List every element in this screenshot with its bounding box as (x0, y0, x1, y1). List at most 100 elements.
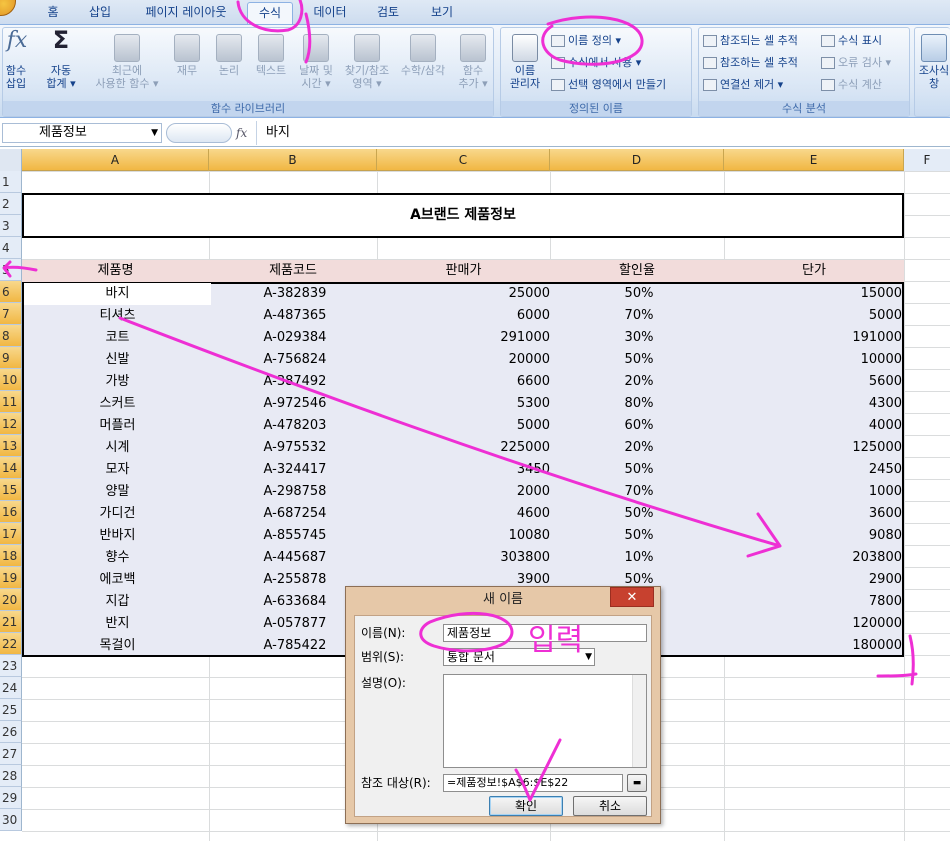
row-header[interactable]: 21 (0, 611, 22, 633)
table-cell[interactable]: 191000 (726, 327, 904, 349)
table-cell[interactable]: A-756824 (211, 349, 379, 371)
table-cell[interactable]: 머플러 (24, 415, 211, 437)
table-cell[interactable]: 15000 (726, 283, 904, 305)
row-header[interactable]: 18 (0, 545, 22, 567)
row-header[interactable]: 28 (0, 765, 22, 787)
row-header[interactable]: 13 (0, 435, 22, 457)
table-cell[interactable]: 티셔츠 (24, 305, 211, 327)
table-cell[interactable]: 50% (552, 525, 726, 547)
table-cell[interactable]: 60% (552, 415, 726, 437)
table-cell[interactable]: 5000 (726, 305, 904, 327)
name-manager-button[interactable]: 이름 관리자 (505, 34, 545, 90)
table-cell[interactable]: A-387492 (211, 371, 379, 393)
row-header[interactable]: 9 (0, 347, 22, 369)
row-header[interactable]: 6 (0, 281, 22, 303)
column-header-f[interactable]: F (904, 149, 950, 171)
row-header[interactable]: 20 (0, 589, 22, 611)
header-cell[interactable]: 할인율 (550, 260, 724, 282)
column-header-a[interactable]: A (22, 149, 209, 171)
row-header[interactable]: 8 (0, 325, 22, 347)
tab-data[interactable]: 데이터 (308, 2, 352, 24)
table-cell[interactable]: 20000 (379, 349, 552, 371)
close-button[interactable]: ✕ (610, 587, 654, 607)
table-cell[interactable]: 지갑 (24, 591, 211, 613)
table-cell[interactable]: 반바지 (24, 525, 211, 547)
row-header[interactable]: 7 (0, 303, 22, 325)
table-cell[interactable]: A-478203 (211, 415, 379, 437)
row-header[interactable]: 10 (0, 369, 22, 391)
table-cell[interactable]: 시계 (24, 437, 211, 459)
recent-functions-button[interactable]: 최근에 사용한 함수 ▾ (87, 34, 167, 90)
table-cell[interactable]: 2900 (726, 569, 904, 591)
row-header[interactable]: 4 (0, 237, 22, 259)
trace-dependents-button[interactable]: 참조하는 셀 추적 (703, 54, 798, 72)
refers-to-input[interactable]: =제품정보!$A$6:$E$22 (443, 774, 623, 792)
tab-formulas[interactable]: 수식 (247, 2, 293, 24)
select-all-corner[interactable] (0, 149, 22, 171)
table-cell[interactable]: A-855745 (211, 525, 379, 547)
insert-function-button[interactable]: fx 함수 삽입 (3, 30, 31, 91)
table-cell[interactable]: A-298758 (211, 481, 379, 503)
collapse-dialog-icon[interactable]: ▬ (627, 774, 647, 792)
column-header-c[interactable]: C (377, 149, 550, 171)
row-header[interactable]: 11 (0, 391, 22, 413)
create-from-selection-button[interactable]: 선택 영역에서 만들기 (551, 76, 666, 94)
name-box[interactable]: 제품정보 ▼ (2, 123, 162, 143)
table-cell[interactable]: 225000 (379, 437, 552, 459)
table-cell[interactable]: A-029384 (211, 327, 379, 349)
trace-precedents-button[interactable]: 참조되는 셀 추적 (703, 32, 798, 50)
ok-button[interactable]: 확인 (489, 796, 563, 816)
insert-function-fx-icon[interactable]: fx (236, 123, 254, 143)
row-header[interactable]: 22 (0, 633, 22, 655)
evaluate-formula-button[interactable]: 수식 계산 (821, 76, 882, 94)
table-cell[interactable]: A-975532 (211, 437, 379, 459)
row-header[interactable]: 27 (0, 743, 22, 765)
tab-review[interactable]: 검토 (368, 2, 408, 24)
table-cell[interactable]: 50% (552, 283, 726, 305)
table-cell[interactable]: 50% (552, 349, 726, 371)
table-cell[interactable]: 10000 (726, 349, 904, 371)
row-header[interactable]: 19 (0, 567, 22, 589)
header-cell[interactable]: 단가 (724, 260, 904, 282)
table-cell[interactable]: 스커트 (24, 393, 211, 415)
row-header[interactable]: 17 (0, 523, 22, 545)
financial-button[interactable]: 재무 (169, 34, 205, 77)
row-header[interactable]: 16 (0, 501, 22, 523)
table-cell[interactable]: 5300 (379, 393, 552, 415)
row-header[interactable]: 30 (0, 809, 22, 831)
row-header[interactable]: 26 (0, 721, 22, 743)
remove-arrows-button[interactable]: 연결선 제거 ▾ (703, 76, 783, 94)
table-cell[interactable]: 4300 (726, 393, 904, 415)
table-cell[interactable]: 4600 (379, 503, 552, 525)
table-cell[interactable]: 303800 (379, 547, 552, 569)
table-cell[interactable]: 목걸이 (24, 635, 211, 657)
define-name-button[interactable]: 이름 정의 ▾ (551, 32, 621, 50)
text-button[interactable]: 텍스트 (249, 34, 293, 77)
table-cell[interactable]: 3450 (379, 459, 552, 481)
table-cell[interactable]: 20% (552, 371, 726, 393)
more-functions-button[interactable]: 함수 추가 ▾ (453, 34, 493, 90)
row-header[interactable]: 23 (0, 655, 22, 677)
use-in-formula-button[interactable]: 수식에서 사용 ▾ (551, 54, 641, 72)
table-cell[interactable]: 바지 (24, 283, 211, 305)
table-cell[interactable]: 양말 (24, 481, 211, 503)
header-cell[interactable]: 제품코드 (209, 260, 377, 282)
cancel-button[interactable]: 취소 (573, 796, 647, 816)
row-header[interactable]: 1 (0, 171, 22, 193)
table-cell[interactable]: 2450 (726, 459, 904, 481)
logical-button[interactable]: 논리 (211, 34, 247, 77)
row-header[interactable]: 3 (0, 215, 22, 237)
table-cell[interactable]: A-487365 (211, 305, 379, 327)
row-header[interactable]: 14 (0, 457, 22, 479)
table-cell[interactable]: 70% (552, 305, 726, 327)
formula-bar-resize-handle[interactable] (166, 123, 232, 143)
column-header-d[interactable]: D (550, 149, 724, 171)
lookup-reference-button[interactable]: 찾기/참조 영역 ▾ (339, 34, 395, 90)
table-cell[interactable]: 70% (552, 481, 726, 503)
table-cell[interactable]: 가디건 (24, 503, 211, 525)
row-header[interactable]: 29 (0, 787, 22, 809)
table-cell[interactable]: 30% (552, 327, 726, 349)
table-cell[interactable]: 4000 (726, 415, 904, 437)
row-header[interactable]: 25 (0, 699, 22, 721)
table-cell[interactable]: 6000 (379, 305, 552, 327)
